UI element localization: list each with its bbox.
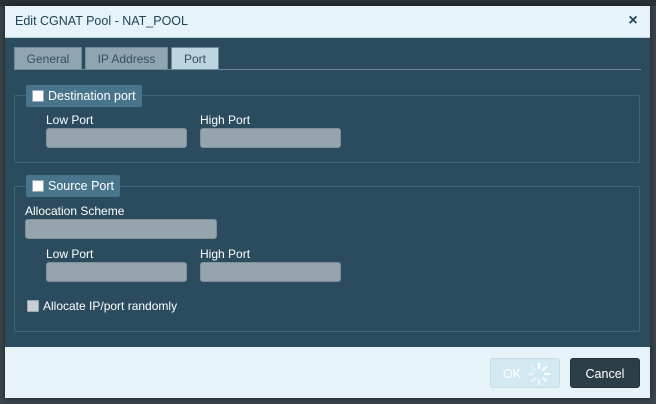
source-high-port-label: High Port: [200, 247, 251, 261]
cancel-button[interactable]: Cancel: [570, 358, 640, 388]
tab-underline: [14, 69, 641, 70]
allocation-scheme-label: Allocation Scheme: [25, 204, 125, 218]
dialog-title: Edit CGNAT Pool - NAT_POOL: [15, 14, 188, 28]
source-port-checkbox[interactable]: [32, 180, 44, 192]
source-port-legend[interactable]: Source Port: [26, 175, 121, 197]
allocate-random-label: Allocate IP/port randomly: [43, 299, 178, 313]
loading-spinner-icon: [527, 362, 551, 386]
destination-high-port-input[interactable]: [200, 128, 341, 148]
destination-port-label: Destination port: [48, 89, 136, 103]
allocation-scheme-input[interactable]: [25, 219, 217, 239]
destination-high-port-label: High Port: [200, 113, 251, 127]
dialog-titlebar: Edit CGNAT Pool - NAT_POOL ×: [5, 6, 650, 38]
source-low-port-input[interactable]: [46, 262, 187, 282]
tab-general[interactable]: General: [14, 47, 82, 69]
destination-port-checkbox[interactable]: [32, 90, 44, 102]
edit-cgnat-pool-dialog: Edit CGNAT Pool - NAT_POOL × General IP …: [5, 6, 650, 398]
tab-ip-address[interactable]: IP Address: [85, 47, 168, 69]
destination-low-port-input[interactable]: [46, 128, 187, 148]
allocate-random-checkbox[interactable]: [27, 300, 39, 312]
destination-low-port-label: Low Port: [46, 113, 94, 127]
ok-button[interactable]: OK: [490, 358, 560, 388]
dialog-footer: OK Cancel: [5, 347, 650, 398]
source-port-label: Source Port: [48, 179, 115, 193]
ok-button-label: OK: [503, 367, 522, 381]
source-high-port-input[interactable]: [200, 262, 341, 282]
source-low-port-label: Low Port: [46, 247, 94, 261]
tab-port[interactable]: Port: [171, 47, 219, 69]
close-icon[interactable]: ×: [624, 12, 642, 30]
destination-port-legend[interactable]: Destination port: [26, 85, 142, 107]
